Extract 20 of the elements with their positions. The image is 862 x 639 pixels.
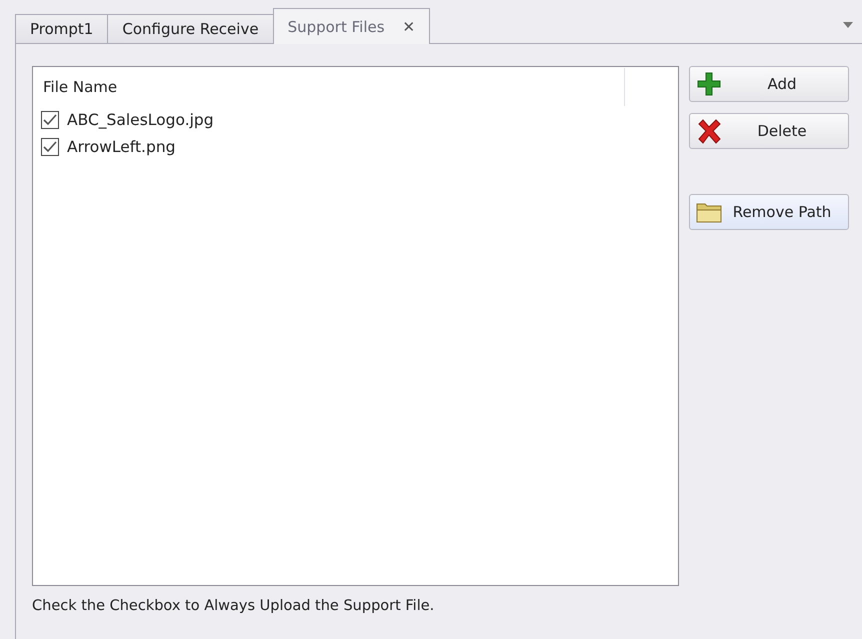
file-name: ABC_SalesLogo.jpg: [67, 110, 214, 128]
folder-icon: [696, 201, 722, 223]
close-icon[interactable]: ✕: [402, 18, 416, 36]
tab-label: Prompt1: [30, 20, 94, 38]
dropdown-icon[interactable]: [842, 21, 854, 29]
column-header: File Name: [33, 68, 625, 106]
tab-label: Configure Receive: [122, 20, 259, 38]
action-button[interactable]: Add: [689, 66, 849, 102]
checkbox[interactable]: [41, 110, 59, 128]
plus-icon: [696, 71, 722, 97]
tab[interactable]: Configure Receive: [107, 14, 274, 44]
tab[interactable]: Prompt1: [15, 14, 108, 44]
hint-text: Check the Checkbox to Always Upload the Support File.: [32, 598, 436, 614]
file-name: ArrowLeft.png: [67, 138, 176, 156]
tab-label: Support Files: [288, 18, 385, 36]
action-button[interactable]: Remove Path: [689, 194, 849, 230]
action-button[interactable]: Delete: [689, 113, 849, 149]
cross-icon: [696, 118, 722, 144]
tab[interactable]: Support Files ✕: [272, 8, 430, 44]
checkbox[interactable]: [41, 138, 59, 156]
